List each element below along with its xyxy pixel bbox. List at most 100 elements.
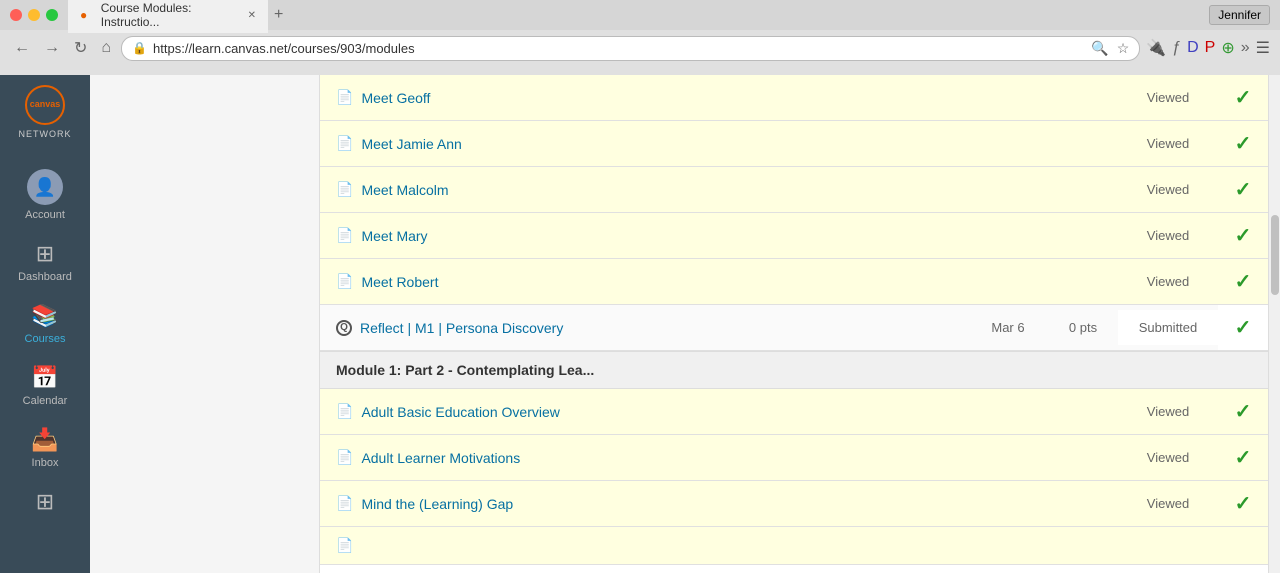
close-button[interactable] xyxy=(10,9,22,21)
scrollbar-thumb[interactable] xyxy=(1271,215,1279,295)
new-tab-button[interactable]: + xyxy=(268,6,289,24)
item-title[interactable]: Meet Geoff xyxy=(361,90,430,106)
item-status: Viewed xyxy=(1118,486,1218,521)
item-title-cell: 📄 Meet Geoff xyxy=(320,79,968,116)
item-title[interactable]: Meet Jamie Ann xyxy=(361,136,461,152)
sidebar-label-account: Account xyxy=(25,209,65,221)
item-title-cell: 📄 xyxy=(320,527,968,564)
title-bar: ● Course Modules: Instructio... ✕ + Jenn… xyxy=(0,0,1280,30)
ext-icon-5[interactable]: ⊕ xyxy=(1221,38,1234,58)
item-title[interactable]: Adult Basic Education Overview xyxy=(361,404,559,420)
item-title[interactable]: Meet Robert xyxy=(361,274,438,290)
item-title-cell: 📄 Meet Malcolm xyxy=(320,171,968,208)
check-icon: ✓ xyxy=(1235,133,1252,155)
item-check: ✓ xyxy=(1218,213,1268,258)
maximize-button[interactable] xyxy=(46,9,58,21)
search-icon[interactable]: 🔍 xyxy=(1091,40,1108,57)
minimize-button[interactable] xyxy=(28,9,40,21)
item-check: ✓ xyxy=(1218,481,1268,526)
address-bar[interactable]: 🔒 https://learn.canvas.net/courses/903/m… xyxy=(121,36,1140,61)
item-title[interactable]: Meet Malcolm xyxy=(361,182,448,198)
item-title-cell: 📄 Meet Mary xyxy=(320,217,968,254)
item-title-cell: Q Reflect | M1 | Persona Discovery xyxy=(320,310,968,346)
ext-icon-1[interactable]: 🔌 xyxy=(1146,38,1166,58)
back-button[interactable]: ← xyxy=(10,37,34,59)
sidebar-item-courses[interactable]: 📚 Courses xyxy=(0,293,90,355)
active-tab[interactable]: ● Course Modules: Instructio... ✕ xyxy=(68,0,268,33)
doc-icon: 📄 xyxy=(336,537,353,554)
item-pts: 0 pts xyxy=(1048,310,1118,345)
item-check: ✓ xyxy=(1218,435,1268,480)
sidebar-item-calendar[interactable]: 📅 Calendar xyxy=(0,355,90,417)
logo-circle: canvas xyxy=(25,85,65,125)
sidebar-item-inbox[interactable]: 📥 Inbox xyxy=(0,417,90,479)
item-check: ✓ xyxy=(1218,75,1268,120)
ext-icon-2[interactable]: ƒ xyxy=(1172,39,1181,57)
item-check: ✓ xyxy=(1218,259,1268,304)
item-date xyxy=(968,180,1048,200)
item-pts xyxy=(1048,180,1118,200)
forward-button[interactable]: → xyxy=(40,37,64,59)
tab-close-icon[interactable]: ✕ xyxy=(248,10,256,21)
doc-icon: 📄 xyxy=(336,181,353,198)
module-header-title: Module 1: Part 2 - Contemplating Lea... xyxy=(336,362,594,378)
doc-icon: 📄 xyxy=(336,403,353,420)
browser-chrome: ● Course Modules: Instructio... ✕ + Jenn… xyxy=(0,0,1280,75)
sidebar-item-account[interactable]: 👤 Account xyxy=(0,159,90,231)
item-pts xyxy=(1048,272,1118,292)
item-title[interactable]: Adult Learner Motivations xyxy=(361,450,520,466)
star-icon[interactable]: ☆ xyxy=(1117,40,1130,57)
sidebar-label-courses: Courses xyxy=(25,333,66,345)
item-title-cell: 📄 Mind the (Learning) Gap xyxy=(320,485,968,522)
item-date xyxy=(968,88,1048,108)
item-date xyxy=(968,134,1048,154)
check-icon: ✓ xyxy=(1235,271,1252,293)
table-row: 📄 xyxy=(320,527,1268,565)
ext-more[interactable]: » xyxy=(1241,39,1250,57)
doc-icon: 📄 xyxy=(336,89,353,106)
item-status: Viewed xyxy=(1118,394,1218,429)
module-header: Module 1: Part 2 - Contemplating Lea... xyxy=(320,351,1268,389)
courses-icon: 📚 xyxy=(31,303,58,329)
item-check: ✓ xyxy=(1218,167,1268,212)
address-text: https://learn.canvas.net/courses/903/mod… xyxy=(153,41,1085,56)
home-button[interactable]: ⌂ xyxy=(97,37,115,59)
menu-icon[interactable]: ☰ xyxy=(1256,38,1270,58)
traffic-lights xyxy=(10,9,58,21)
item-date xyxy=(968,402,1048,422)
calendar-icon: 📅 xyxy=(31,365,58,391)
table-row: 📄 Meet Jamie Ann Viewed ✓ xyxy=(320,121,1268,167)
tab-bar: ● Course Modules: Instructio... ✕ + xyxy=(68,0,1209,33)
reload-button[interactable]: ↻ xyxy=(70,36,91,60)
item-status: Viewed xyxy=(1118,126,1218,161)
table-row: 📄 Adult Basic Education Overview Viewed … xyxy=(320,389,1268,435)
scrollbar[interactable] xyxy=(1268,75,1280,573)
item-title[interactable]: Mind the (Learning) Gap xyxy=(361,496,513,512)
item-pts xyxy=(1048,448,1118,468)
item-title-cell: 📄 Meet Jamie Ann xyxy=(320,125,968,162)
doc-icon: 📄 xyxy=(336,273,353,290)
item-title[interactable]: Reflect | M1 | Persona Discovery xyxy=(360,320,563,336)
item-status: Viewed xyxy=(1118,264,1218,299)
tab-label: Course Modules: Instructio... xyxy=(101,1,240,29)
sidebar-label-inbox: Inbox xyxy=(32,457,59,469)
user-label: Jennifer xyxy=(1209,5,1270,25)
item-title[interactable]: Meet Mary xyxy=(361,228,427,244)
lock-icon: 🔒 xyxy=(132,41,147,55)
main-content: 📄 Meet Geoff Viewed ✓ 📄 Meet Jamie Ann V… xyxy=(320,75,1268,573)
left-panel xyxy=(90,75,320,573)
table-row: 📄 Meet Malcolm Viewed ✓ xyxy=(320,167,1268,213)
address-icons: 🔍 ☆ xyxy=(1091,40,1129,57)
sidebar-item-more[interactable]: ⊞ xyxy=(0,479,90,529)
item-date xyxy=(968,448,1048,468)
ext-icon-3[interactable]: D xyxy=(1187,39,1199,57)
item-status: Submitted xyxy=(1118,310,1218,345)
table-row: Q Reflect | M1 | Persona Discovery Mar 6… xyxy=(320,305,1268,351)
table-row: 📄 Mind the (Learning) Gap Viewed ✓ xyxy=(320,481,1268,527)
check-icon: ✓ xyxy=(1235,401,1252,423)
item-status: Viewed xyxy=(1118,218,1218,253)
sidebar-item-dashboard[interactable]: ⊞ Dashboard xyxy=(0,231,90,293)
table-row: 📄 Adult Learner Motivations Viewed ✓ xyxy=(320,435,1268,481)
table-row: 📄 Meet Robert Viewed ✓ xyxy=(320,259,1268,305)
ext-icon-4[interactable]: P xyxy=(1205,39,1216,57)
